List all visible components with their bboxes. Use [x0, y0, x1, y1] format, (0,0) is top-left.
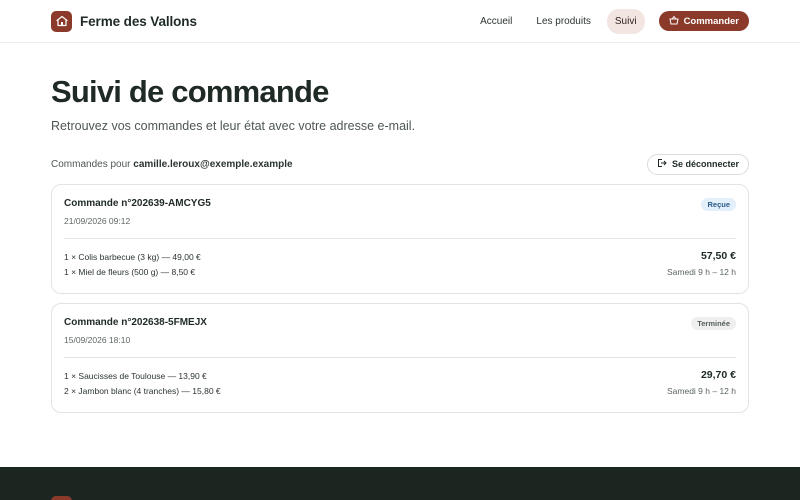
divider — [64, 238, 736, 239]
order-total: 57,50 € — [700, 250, 736, 262]
footer-logo-icon — [51, 496, 72, 500]
order-button[interactable]: Commander — [658, 11, 749, 31]
nav-link-produits[interactable]: Les produits — [528, 9, 598, 34]
order-card: Commande n°202639-AMCYG5 21/09/2026 09:1… — [51, 184, 749, 294]
pickup-slot: Samedi 9 h – 12 h — [667, 386, 736, 396]
brand-name: Ferme des Vallons — [80, 13, 197, 29]
order-button-label: Commander — [683, 15, 739, 27]
site-header: Ferme des Vallons Accueil Les produits S… — [0, 0, 800, 43]
order-number: Commande n°202638-5FMEJX — [64, 317, 207, 328]
order-date: 21/09/2026 09:12 — [64, 216, 131, 226]
status-badge: Reçue — [701, 198, 736, 211]
logout-label: Se déconnecter — [671, 159, 739, 169]
divider — [64, 357, 736, 358]
order-card: Commande n°202638-5FMEJX 15/09/2026 18:1… — [51, 303, 749, 413]
status-badge: Terminée — [691, 317, 736, 330]
page-subtitle: Retrouvez vos commandes et leur état ave… — [51, 119, 416, 133]
logout-button[interactable]: Se déconnecter — [646, 153, 749, 175]
nav-link-accueil[interactable]: Accueil — [472, 9, 520, 34]
house-icon — [51, 10, 72, 32]
account-email: camille.leroux@exemple.example — [133, 158, 293, 170]
logout-icon — [657, 158, 667, 170]
order-date: 15/09/2026 18:10 — [64, 335, 131, 345]
account-info: Commandes pour camille.leroux@exemple.ex… — [51, 159, 293, 170]
brand[interactable]: Ferme des Vallons — [51, 10, 197, 32]
order-item: 1 × Colis barbecue (3 kg) — 49,00 € — [64, 252, 201, 262]
account-row: Commandes pour camille.leroux@exemple.ex… — [51, 153, 749, 175]
main-nav: Accueil Les produits Suivi Commander — [472, 8, 749, 34]
pickup-slot: Samedi 9 h – 12 h — [667, 267, 736, 277]
nav-link-suivi[interactable]: Suivi — [606, 8, 645, 34]
basket-icon — [668, 15, 679, 28]
order-total: 29,70 € — [700, 369, 736, 381]
order-item: 1 × Saucisses de Toulouse — 13,90 € — [64, 371, 207, 381]
page-title: Suivi de commande — [51, 74, 329, 109]
order-item: 2 × Jambon blanc (4 tranches) — 15,80 € — [64, 386, 221, 396]
order-number: Commande n°202639-AMCYG5 — [64, 198, 211, 209]
site-footer — [0, 467, 800, 500]
order-item: 1 × Miel de fleurs (500 g) — 8,50 € — [64, 267, 196, 277]
account-prefix: Commandes pour — [51, 158, 131, 170]
